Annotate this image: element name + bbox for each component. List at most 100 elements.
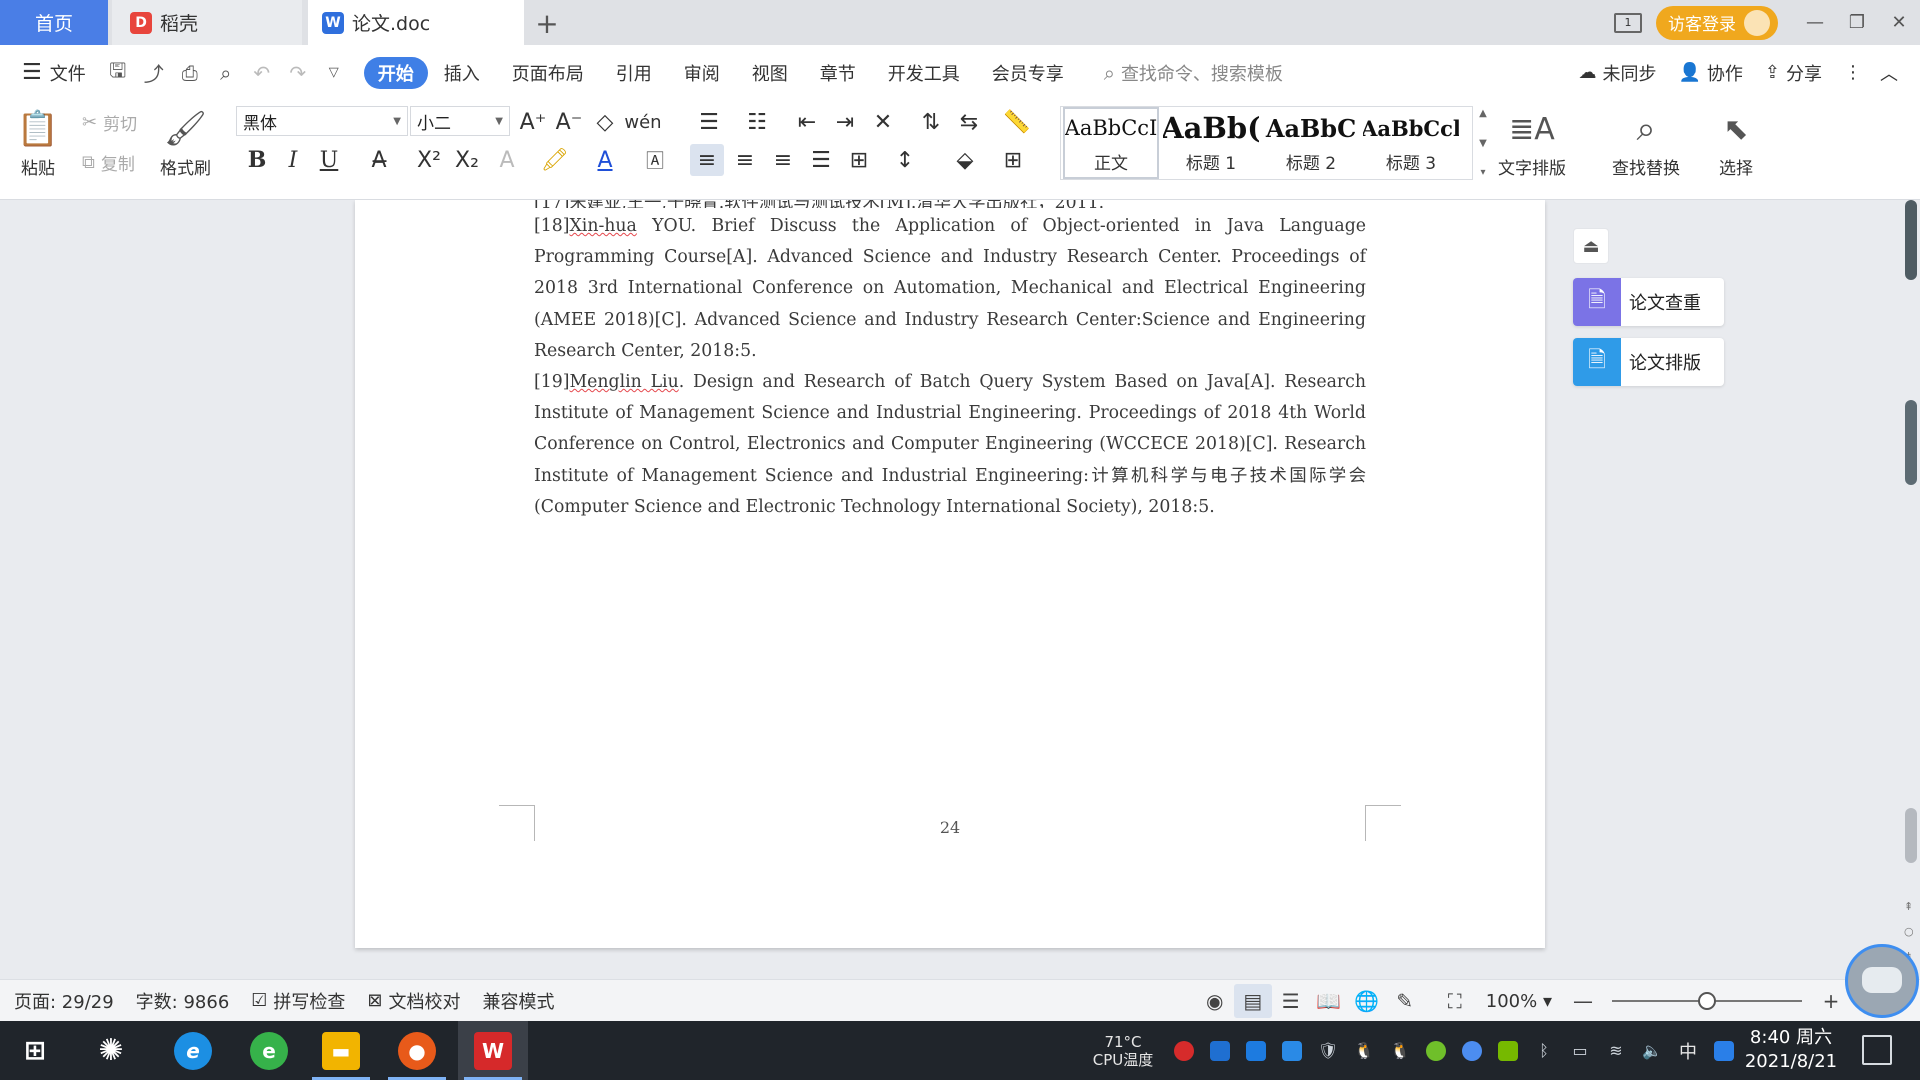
tray-c2-icon[interactable] — [1238, 1021, 1274, 1080]
style-heading-1[interactable]: AaBb( 标题 1 — [1163, 107, 1259, 179]
thesis-format-button[interactable]: 🗎 论文排版 — [1573, 338, 1724, 386]
customize-toolbar-icon[interactable]: ▽ — [316, 55, 352, 91]
document-canvas[interactable]: [17]宋建亚,王一,于晓青.软件测试与测试技术[M].清华大学出版社，2011… — [0, 200, 1920, 979]
thesis-check-button[interactable]: 🗎 论文查重 — [1573, 278, 1724, 326]
collaborate-button[interactable]: 👤 协作 — [1678, 60, 1742, 86]
justify-button[interactable]: ☰ — [804, 144, 838, 176]
command-search[interactable]: ⌕ 查找命令、搜索模板 — [1104, 60, 1283, 86]
file-menu-button[interactable]: ☰ 文件 — [22, 60, 86, 86]
strikethrough-button[interactable]: A̶ — [362, 144, 396, 176]
find-replace-button[interactable]: ⌕ 查找替换 — [1612, 104, 1680, 179]
page-view-icon[interactable]: ▤ — [1233, 984, 1272, 1018]
text-layout-button[interactable]: ≣A 文字排版 — [1498, 104, 1566, 180]
decrease-indent-icon[interactable]: ⇤ — [790, 106, 824, 138]
tab-insert[interactable]: 插入 — [428, 57, 496, 89]
wifi-icon[interactable]: ≋ — [1598, 1021, 1634, 1080]
shading-icon[interactable]: ⬙ — [948, 144, 982, 176]
taskbar-clock[interactable]: 8:40 周六 2021/8/21 — [1736, 1026, 1846, 1074]
zoom-slider[interactable] — [1612, 992, 1802, 1010]
tab-docer[interactable]: D 稻壳 — [112, 0, 302, 45]
print-preview-icon[interactable]: ⌕ — [208, 55, 244, 91]
vertical-scrollbar[interactable]: ⇞ ○ ⇟ — [1900, 200, 1920, 979]
chinese-layout-icon[interactable]: ✕ — [866, 106, 900, 138]
taskbar-app-game[interactable]: ● — [382, 1021, 452, 1080]
show-marks-icon[interactable]: ⇆ — [952, 106, 986, 138]
fit-page-icon[interactable]: ⛶ — [1436, 984, 1474, 1018]
tab-page-layout[interactable]: 页面布局 — [496, 57, 600, 89]
copy-button[interactable]: ⧉ 复制 — [82, 150, 135, 175]
tray-c-icon[interactable] — [1202, 1021, 1238, 1080]
shrink-font-icon[interactable]: A⁻ — [552, 106, 586, 138]
char-border-button[interactable]: 🄰 — [638, 144, 672, 176]
grow-font-icon[interactable]: A⁺ — [516, 106, 550, 138]
tab-home-ribbon[interactable]: 开始 — [363, 56, 428, 89]
tab-review[interactable]: 审阅 — [668, 57, 736, 89]
bullet-list-icon[interactable]: ☰ — [692, 106, 726, 138]
format-painter-button[interactable]: 🖌 格式刷 — [160, 104, 211, 179]
style-gallery-scroll[interactable]: ▲ ▼ ▾ — [1476, 108, 1490, 178]
zoom-in-icon[interactable]: + — [1812, 984, 1850, 1018]
ruler-icon[interactable]: 📏 — [1000, 106, 1034, 138]
taskbar-app-ie[interactable]: e — [158, 1021, 228, 1080]
outline-view-icon[interactable]: ☰ — [1272, 984, 1310, 1018]
word-count[interactable]: 字数: 9866 — [136, 988, 230, 1014]
qq-icon[interactable]: 🐧 — [1346, 1021, 1382, 1080]
tab-view[interactable]: 视图 — [736, 57, 804, 89]
prev-page-icon[interactable]: ⇞ — [1904, 900, 1913, 913]
tray-plus-icon[interactable] — [1418, 1021, 1454, 1080]
doc-proofread-button[interactable]: ⊠ 文档校对 — [367, 988, 460, 1014]
tab-references[interactable]: 引用 — [600, 57, 668, 89]
minimize-icon[interactable]: — — [1794, 0, 1836, 45]
reading-view-icon[interactable]: 📖 — [1310, 984, 1348, 1018]
taskbar-app-wps[interactable]: W — [458, 1021, 528, 1080]
write-mode-icon[interactable]: ✎ — [1386, 984, 1424, 1018]
volume-icon[interactable]: 🔈 — [1634, 1021, 1670, 1080]
restore-icon[interactable]: ❐ — [1836, 0, 1878, 45]
zoom-slider-knob[interactable] — [1698, 992, 1716, 1010]
line-spacing-icon[interactable]: ↕ — [888, 144, 922, 176]
start-button[interactable]: ⊞ — [0, 1021, 70, 1080]
new-tab-button[interactable]: + — [530, 6, 564, 40]
spell-check-button[interactable]: ☑ 拼写检查 — [251, 988, 345, 1014]
share-button[interactable]: ⇪ 分享 — [1765, 60, 1822, 86]
document-page[interactable]: [17]宋建亚,王一,于晓青.软件测试与测试技术[M].清华大学出版社，2011… — [355, 200, 1545, 948]
undo-icon[interactable]: ↶ — [244, 55, 280, 91]
qq2-icon[interactable]: 🐧 — [1382, 1021, 1418, 1080]
notification-center-icon[interactable] — [1862, 1035, 1892, 1065]
taskbar-app-explorer[interactable]: ▬ — [306, 1021, 376, 1080]
web-view-icon[interactable]: 🌐 — [1348, 984, 1386, 1018]
zoom-out-icon[interactable]: — — [1564, 984, 1602, 1018]
select-browse-icon[interactable]: ○ — [1904, 925, 1914, 938]
select-button[interactable]: ⬉ 选择 — [1714, 104, 1758, 180]
taskbar-app-pinwheel[interactable]: ✺ — [76, 1021, 146, 1080]
tab-section[interactable]: 章节 — [804, 57, 872, 89]
guest-login-button[interactable]: 访客登录 — [1656, 5, 1778, 40]
superscript-button[interactable]: X² — [412, 144, 446, 176]
paste-button[interactable]: 📋 粘贴 — [16, 104, 60, 179]
eye-protect-icon[interactable]: ◉ — [1196, 984, 1234, 1018]
scrollbar-thumb[interactable] — [1905, 808, 1917, 863]
tray-sync-icon[interactable] — [1274, 1021, 1310, 1080]
font-color-button[interactable]: A — [588, 144, 622, 176]
assistant-icon[interactable] — [1845, 944, 1919, 1018]
align-right-button[interactable]: ≡ — [766, 144, 800, 176]
battery-icon[interactable]: ▭ — [1562, 1021, 1598, 1080]
side-panel-collapse-icon[interactable]: ⏏ — [1573, 228, 1609, 264]
sync-status-button[interactable]: ☁ 未同步 — [1578, 60, 1656, 86]
tab-document[interactable]: W 论文.doc — [308, 0, 524, 45]
font-size-select[interactable]: 小二 ▼ — [410, 106, 510, 136]
sort-icon[interactable]: ⇅ — [914, 106, 948, 138]
nvidia-icon[interactable] — [1490, 1021, 1526, 1080]
zoom-select[interactable]: 100% ▾ — [1486, 991, 1552, 1012]
cpu-temp-widget[interactable]: 71°C CPU温度 — [1080, 1033, 1166, 1069]
bluetooth-icon[interactable]: ᛒ — [1526, 1021, 1562, 1080]
font-name-select[interactable]: 黑体 ▼ — [236, 106, 408, 136]
tray-circle-icon[interactable] — [1454, 1021, 1490, 1080]
page-indicator[interactable]: 页面: 29/29 — [14, 988, 114, 1014]
redo-icon[interactable]: ↷ — [280, 55, 316, 91]
distributed-align-button[interactable]: ⊞ — [842, 144, 876, 176]
phonetic-guide-icon[interactable]: wén — [624, 106, 661, 138]
style-heading-3[interactable]: AaBbCcl 标题 3 — [1363, 107, 1459, 179]
close-icon[interactable]: ✕ — [1878, 0, 1920, 45]
cut-button[interactable]: ✂ 剪切 — [82, 110, 137, 135]
